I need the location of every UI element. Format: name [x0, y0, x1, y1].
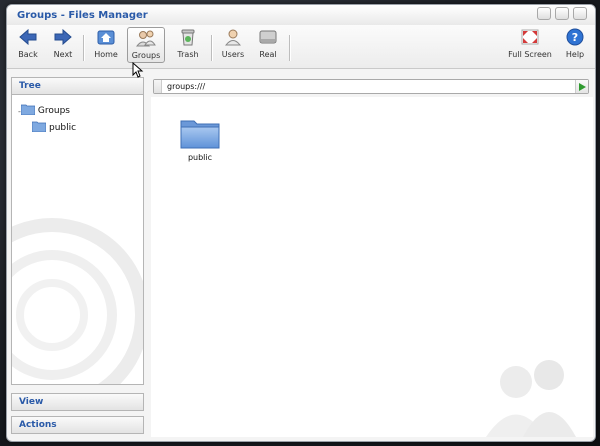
real-button[interactable]: Real — [257, 27, 279, 63]
tree-item-public[interactable]: public — [31, 121, 77, 135]
groups-button[interactable]: Groups — [127, 27, 165, 63]
file-name: public — [187, 153, 213, 162]
users-label: Users — [221, 50, 245, 59]
home-button[interactable]: Home — [93, 27, 119, 63]
folder-icon — [31, 121, 47, 135]
groups-icon — [136, 28, 156, 48]
back-arrow-icon — [18, 27, 38, 47]
toolbar-separator — [83, 35, 84, 61]
help-icon: ? — [565, 27, 585, 47]
tree-item-label: public — [49, 123, 77, 133]
trash-icon — [178, 27, 198, 47]
next-button[interactable]: Next — [51, 27, 75, 63]
svg-text:?: ? — [572, 31, 578, 44]
home-icon — [96, 27, 116, 47]
path-input[interactable]: groups:/// — [162, 82, 575, 91]
groups-label: Groups — [131, 51, 161, 60]
home-label: Home — [94, 50, 118, 59]
tree-panel: - Groups public — [11, 95, 144, 385]
tree-panel-header[interactable]: Tree — [11, 77, 144, 95]
folder-icon — [180, 120, 220, 149]
path-bar: groups:/// — [153, 79, 589, 94]
folder-icon — [20, 104, 36, 118]
next-arrow-icon — [53, 27, 73, 47]
toolbar: Back Next Home Groups Trash Users Real F… — [7, 25, 595, 69]
help-label: Help — [565, 50, 585, 59]
title-bar: Groups - Files Manager — [7, 5, 595, 25]
go-button[interactable] — [575, 80, 588, 93]
close-button[interactable] — [573, 7, 587, 20]
maximize-button[interactable] — [555, 7, 569, 20]
back-button[interactable]: Back — [17, 27, 39, 63]
trash-label: Trash — [177, 50, 199, 59]
actions-panel-header[interactable]: Actions — [11, 416, 144, 434]
tree-item-label: Groups — [37, 106, 70, 116]
help-button[interactable]: ? Help — [563, 27, 587, 63]
path-bar-handle — [154, 80, 162, 93]
view-panel-header[interactable]: View — [11, 393, 144, 411]
toolbar-separator — [211, 35, 212, 61]
users-watermark-icon — [486, 360, 576, 437]
minimize-button[interactable] — [537, 7, 551, 20]
back-label: Back — [18, 50, 38, 59]
play-icon — [578, 82, 586, 91]
file-view: public — [151, 97, 593, 437]
mouse-cursor-icon — [132, 62, 144, 78]
full-screen-icon — [520, 27, 540, 47]
real-label: Real — [259, 50, 277, 59]
toolbar-separator — [289, 35, 290, 61]
window-title: Groups - Files Manager — [17, 10, 148, 21]
user-icon — [223, 27, 243, 47]
hard-drive-icon — [258, 27, 278, 47]
file-item[interactable]: public — [175, 117, 225, 162]
background-watermark — [12, 218, 143, 384]
trash-button[interactable]: Trash — [175, 27, 201, 63]
full-screen-label: Full Screen — [508, 50, 552, 59]
full-screen-button[interactable]: Full Screen — [507, 27, 553, 63]
tree-item-groups[interactable]: - Groups — [18, 104, 70, 118]
files-manager-window: Groups - Files Manager Back Next Home Gr… — [6, 4, 596, 442]
next-label: Next — [53, 50, 73, 59]
users-button[interactable]: Users — [221, 27, 245, 63]
